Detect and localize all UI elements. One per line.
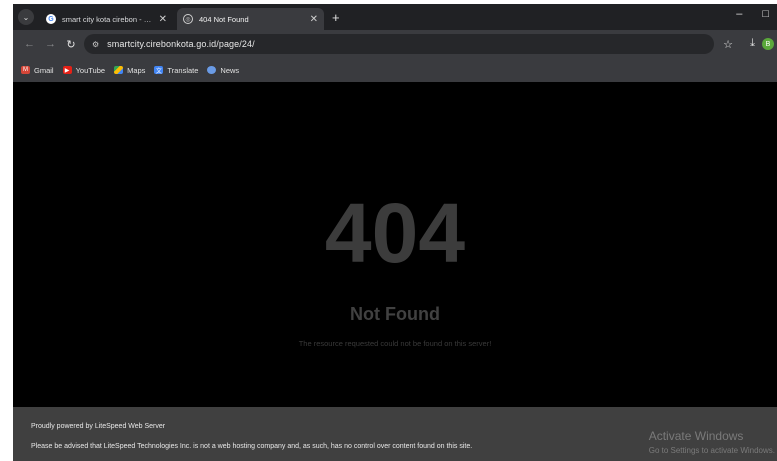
activate-windows-watermark: Activate Windows Go to Settings to activ… bbox=[649, 429, 775, 455]
bookmarks-bar: M Gmail ▶ YouTube Maps 文 Translate News bbox=[13, 58, 777, 82]
globe-icon: ◎ bbox=[183, 14, 193, 24]
url-text[interactable]: smartcity.cirebonkota.go.id/page/24/ bbox=[107, 39, 255, 49]
bookmark-label: Translate bbox=[167, 65, 199, 75]
bookmark-label: YouTube bbox=[75, 65, 106, 75]
site-info-icon[interactable]: ⚙ bbox=[92, 40, 99, 49]
bookmark-label: Gmail bbox=[34, 65, 54, 75]
maximize-icon[interactable]: □ bbox=[762, 8, 769, 20]
tab-strip: ⌄ G smart city kota cirebon - Peneli... … bbox=[13, 4, 777, 30]
google-icon: G bbox=[46, 14, 56, 24]
forward-icon[interactable]: → bbox=[45, 38, 56, 50]
error-message: The resource requested could not be foun… bbox=[298, 339, 492, 348]
close-icon[interactable]: ✕ bbox=[310, 14, 318, 25]
bookmark-news[interactable]: News bbox=[207, 66, 239, 75]
download-icon[interactable]: ⤓ bbox=[750, 37, 755, 50]
profile-avatar[interactable]: B bbox=[762, 38, 774, 50]
chevron-down-icon: ⌄ bbox=[22, 12, 30, 22]
bookmark-youtube[interactable]: ▶ YouTube bbox=[62, 65, 106, 75]
gmail-icon: M bbox=[21, 66, 30, 74]
bookmark-translate[interactable]: 文 Translate bbox=[154, 66, 198, 75]
bookmark-maps[interactable]: Maps bbox=[114, 66, 145, 75]
news-icon bbox=[207, 66, 217, 74]
tab-smart-city[interactable]: G smart city kota cirebon - Peneli... ✕ bbox=[40, 8, 173, 30]
tab-title: smart city kota cirebon - Peneli... bbox=[62, 14, 155, 24]
tab-title: 404 Not Found bbox=[199, 14, 249, 24]
close-icon[interactable]: ✕ bbox=[159, 14, 167, 25]
window-controls: – □ bbox=[736, 8, 769, 20]
translate-icon: 文 bbox=[154, 66, 164, 75]
reload-icon[interactable]: ↻ bbox=[66, 38, 76, 51]
bookmark-label: Maps bbox=[127, 65, 146, 75]
bookmark-label: News bbox=[220, 65, 240, 75]
new-tab-button[interactable]: + bbox=[332, 10, 340, 25]
browser-window: ⌄ G smart city kota cirebon - Peneli... … bbox=[13, 4, 777, 461]
powered-by-text: Proudly powered by LiteSpeed Web Server bbox=[31, 423, 166, 430]
tab-search-button[interactable]: ⌄ bbox=[18, 9, 34, 25]
watermark-title: Activate Windows bbox=[648, 429, 744, 443]
disclaimer-text: Please be advised that LiteSpeed Technol… bbox=[31, 443, 473, 450]
minimize-icon[interactable]: – bbox=[736, 8, 742, 20]
watermark-subtitle: Go to Settings to activate Windows. bbox=[648, 446, 775, 455]
page-content: 404 Not Found The resource requested cou… bbox=[13, 82, 777, 407]
address-bar[interactable]: ⚙ smartcity.cirebonkota.go.id/page/24/ bbox=[84, 34, 714, 54]
error-code: 404 bbox=[324, 186, 466, 280]
page-footer: Proudly powered by LiteSpeed Web Server … bbox=[13, 407, 777, 461]
maps-icon bbox=[114, 66, 124, 74]
back-icon[interactable]: ← bbox=[24, 38, 35, 50]
bookmark-star-icon[interactable]: ☆ bbox=[723, 38, 733, 51]
youtube-icon: ▶ bbox=[62, 66, 72, 74]
bookmark-gmail[interactable]: M Gmail bbox=[21, 66, 54, 75]
error-title: Not Found bbox=[350, 304, 440, 324]
tab-404-not-found[interactable]: ◎ 404 Not Found ✕ bbox=[177, 8, 324, 30]
navigation-toolbar: ← → ↻ ⚙ smartcity.cirebonkota.go.id/page… bbox=[13, 30, 777, 58]
